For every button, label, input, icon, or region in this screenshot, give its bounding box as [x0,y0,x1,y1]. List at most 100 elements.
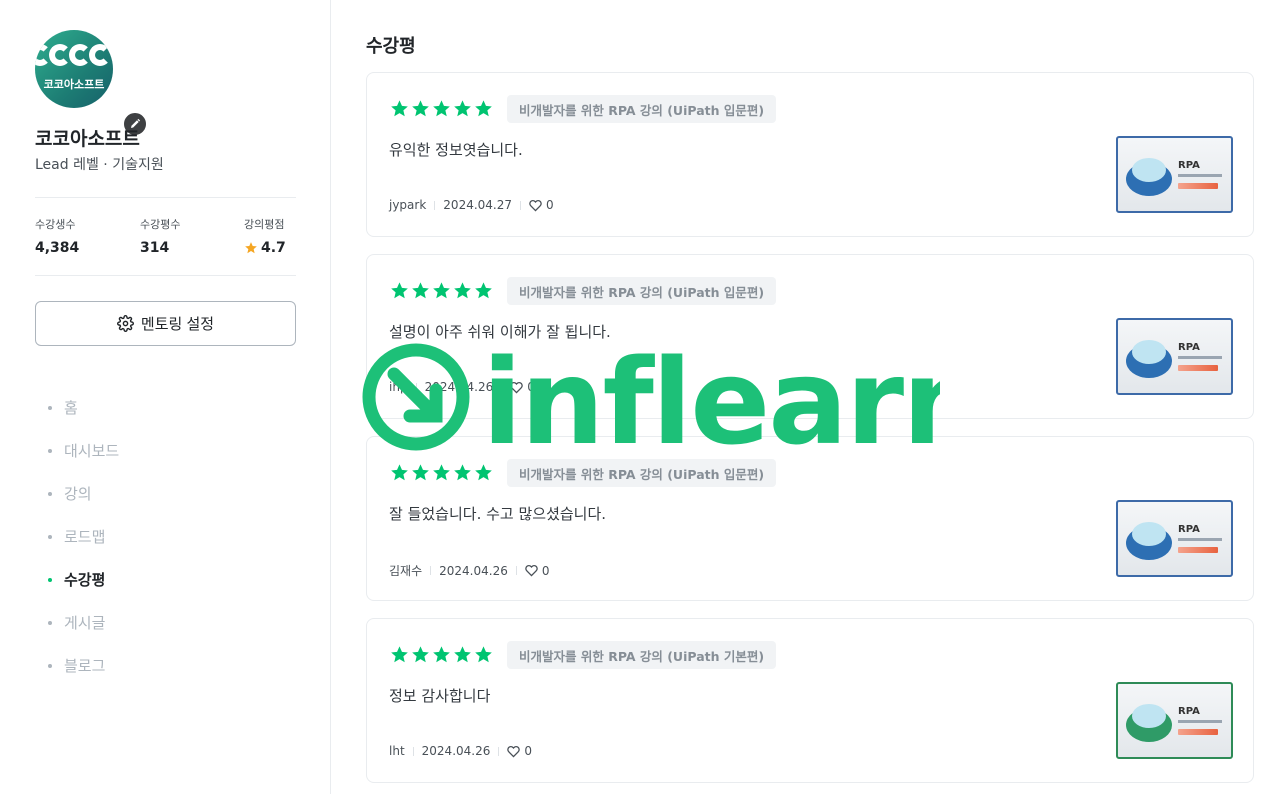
star-icon [453,463,472,486]
meta-separator [520,200,522,210]
course-tag[interactable]: 비개발자를 위한 RPA 강의 (UiPath 입문편) [507,95,777,123]
star-icon [411,281,430,304]
review-card: 비개발자를 위한 RPA 강의 (UiPath 입문편) 잘 들었습니다. 수고 … [366,436,1254,601]
like-button[interactable]: 0 [510,380,535,394]
rating-stars [390,281,493,304]
star-icon [432,99,451,122]
heart-icon [529,199,542,211]
review-meta: ihp 2024.04.26 0 [389,380,535,394]
star-icon [245,242,257,254]
like-button[interactable]: 0 [525,563,550,578]
nav-label: 강의 [64,485,92,503]
page-title: 수강평 [366,36,416,57]
meta-separator [515,566,517,575]
review-text: 잘 들었습니다. 수고 많으셨습니다. [389,505,607,523]
stat-value-wrap: 4.7 [244,240,286,256]
thumbnail-subtitle-bar [1178,356,1222,359]
thumbnail-graphic [1132,340,1166,364]
heart-icon [525,564,538,577]
thumbnail-logo [1178,547,1218,553]
star-icon [390,463,409,486]
course-tag[interactable]: 비개발자를 위한 RPA 강의 (UiPath 기본편) [507,641,777,669]
bullet-dot [48,577,52,582]
nav-item-home[interactable]: 홈 [48,386,119,429]
review-meta: 김재수 2024.04.26 0 [389,562,549,579]
thumbnail-title: RPA [1178,706,1200,717]
star-icon [411,99,430,122]
meta-separator [415,382,417,392]
star-icon [453,99,472,122]
nav-item-reviews[interactable]: 수강평 [48,558,119,601]
heart-icon [510,381,524,393]
thumbnail-subtitle-bar [1178,720,1222,723]
thumbnail-title: RPA [1178,160,1200,171]
profile-subtitle: Lead 레벨 · 기술지원 [35,157,164,173]
review-date: 2024.04.27 [443,198,513,212]
thumbnail-graphic [1132,158,1166,182]
thumbnail-logo [1178,183,1218,189]
nav-label: 대시보드 [64,442,120,460]
stat-value: 4,384 [35,240,80,256]
nav-label: 수강평 [64,571,106,589]
star-icon [474,281,493,304]
stat-rating: 강의평점 4.7 [244,216,286,256]
mentoring-settings-label: 멘토링 설정 [140,316,215,333]
thumbnail-subtitle-bar [1178,174,1222,177]
review-text: 정보 감사합니다 [389,687,491,705]
nav-item-roadmap[interactable]: 로드맵 [48,515,119,558]
nav-item-courses[interactable]: 강의 [48,472,119,515]
star-icon [390,281,409,304]
meta-separator [498,746,500,756]
nav-item-posts[interactable]: 게시글 [48,601,119,644]
course-tag[interactable]: 비개발자를 위한 RPA 강의 (UiPath 입문편) [507,459,777,487]
gear-icon [116,315,134,332]
profile-sidebar: 코코아소프트 코코아소프트 Lead 레벨 · 기술지원 수강생수 4,384 … [0,0,331,794]
stat-reviews: 수강평수 314 [140,216,180,256]
bullet-dot [48,534,52,539]
review-text: 유익한 정보엿습니다. [389,141,523,159]
thumbnail-graphic [1132,522,1166,546]
star-icon [453,645,472,668]
review-text: 설명이 아주 쉬워 이해가 잘 됩니다. [389,323,611,341]
stat-label: 수강평수 [140,218,181,231]
avatar[interactable]: 코코아소프트 [35,30,113,108]
review-date: 2024.04.26 [421,744,491,758]
thumbnail-subtitle-bar [1178,538,1222,541]
star-icon [390,645,409,668]
nav-item-dashboard[interactable]: 대시보드 [48,429,119,472]
review-card: 비개발자를 위한 RPA 강의 (UiPath 입문편) 설명이 아주 쉬워 이해… [366,254,1254,419]
like-button[interactable]: 0 [529,198,554,212]
stat-label: 수강생수 [35,218,76,231]
divider [35,197,296,198]
star-icon [432,645,451,668]
course-thumbnail[interactable]: RPA [1116,682,1233,759]
star-icon [474,99,493,122]
profile-name: 코코아소프트 [35,128,140,150]
review-card: 비개발자를 위한 RPA 강의 (UiPath 기본편) 정보 감사합니다 lht 2… [366,618,1254,783]
bullet-dot [48,620,52,625]
star-icon [453,281,472,304]
review-meta: lht 2024.04.26 0 [389,744,532,758]
course-thumbnail[interactable]: RPA [1116,500,1233,577]
bullet-dot [48,448,52,453]
like-button[interactable]: 0 [507,744,532,758]
avatar-text: 코코아소프트 [43,78,105,91]
review-author: lht [389,744,405,758]
star-icon [432,463,451,486]
review-author: jypark [389,198,427,212]
rating-stars [390,463,493,486]
star-icon [474,463,493,486]
stat-students: 수강생수 4,384 [35,216,79,256]
like-count: 0 [546,198,554,212]
course-tag[interactable]: 비개발자를 위한 RPA 강의 (UiPath 입문편) [507,277,777,305]
course-thumbnail[interactable]: RPA [1116,318,1233,395]
nav-item-blog[interactable]: 블로그 [48,644,119,687]
course-thumbnail[interactable]: RPA [1116,136,1233,213]
like-count: 0 [541,563,550,578]
review-card: 비개발자를 위한 RPA 강의 (UiPath 입문편) 유익한 정보엿습니다. j… [366,72,1254,237]
review-author: ihp [389,380,408,394]
meta-separator [434,200,436,210]
avatar-logo-rings [35,44,113,66]
star-icon [411,463,430,486]
mentoring-settings-button[interactable]: 멘토링 설정 [35,301,296,346]
